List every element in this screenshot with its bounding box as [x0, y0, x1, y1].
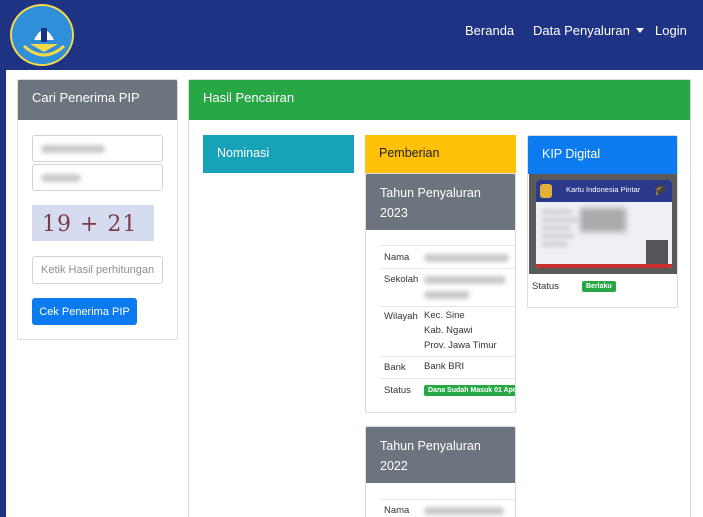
nisn-input[interactable] [32, 135, 163, 162]
wilayah-kabupaten: Kab. Ngawi [424, 325, 473, 336]
nominasi-header: Nominasi [203, 135, 354, 173]
year-2022-title: Tahun Penyaluran 2022 [366, 427, 515, 483]
tut-wuri-handayani-logo[interactable] [10, 4, 74, 66]
nik-input[interactable] [32, 164, 163, 191]
year-2023-card: Tahun Penyaluran 2023 Nama Sekolah Wilay… [365, 173, 516, 413]
nav-beranda[interactable]: Beranda [465, 23, 514, 38]
bank-label: Bank [384, 362, 406, 373]
wilayah-kecamatan: Kec. Sine [424, 310, 465, 321]
wilayah-provinsi: Prov. Jawa Timur [424, 340, 497, 351]
status-badge: Dana Sudah Masuk 01 Apr 2023 [424, 385, 515, 396]
kip-digital-title: KIP Digital [528, 136, 677, 174]
cek-penerima-pip-button[interactable]: Cek Penerima PIP [32, 298, 137, 325]
nav-login[interactable]: Login [655, 23, 687, 38]
kip-digital-card: KIP Digital Kartu Indonesia Pintar 🎓 Sta… [527, 135, 678, 308]
pemberian-header: Pemberian [365, 135, 516, 173]
status-label: Status [384, 385, 411, 396]
kip-card-image[interactable]: Kartu Indonesia Pintar 🎓 [529, 174, 677, 274]
result-card-title: Hasil Pencairan [189, 80, 690, 120]
navbar: Beranda Data Penyaluran Login [0, 0, 703, 70]
year-2023-title: Tahun Penyaluran 2023 [366, 174, 515, 230]
kip-status-badge: Berlaku [582, 281, 616, 292]
qr-code-icon [646, 240, 668, 264]
search-card: Cari Penerima PIP 19 + 21 Cek Penerima P… [17, 79, 178, 340]
sekolah-label: Sekolah [384, 274, 419, 285]
nama-label-2022: Nama [384, 505, 410, 516]
nav-data-penyaluran-dropdown[interactable]: Data Penyaluran [533, 23, 644, 38]
wilayah-label: Wilayah [384, 311, 418, 322]
nav-data-penyaluran-label: Data Penyaluran [533, 23, 630, 38]
garuda-emblem-icon [540, 184, 552, 198]
captcha-image: 19 + 21 [32, 205, 154, 241]
page-content: Cari Penerima PIP 19 + 21 Cek Penerima P… [6, 70, 703, 517]
kip-card-title: Kartu Indonesia Pintar [566, 185, 641, 194]
bank-value: Bank BRI [424, 361, 465, 372]
nama-label: Nama [384, 252, 410, 263]
captcha-answer-input[interactable] [32, 256, 163, 284]
year-2022-card: Tahun Penyaluran 2022 Nama [365, 426, 516, 517]
chevron-down-icon [635, 28, 644, 33]
kip-status-label: Status [532, 281, 559, 292]
result-card: Hasil Pencairan Nominasi Pemberian Tahun… [188, 79, 691, 517]
graduation-cap-icon: 🎓 [654, 184, 668, 196]
search-card-title: Cari Penerima PIP [18, 80, 177, 120]
captcha-text: 19 + 21 [42, 212, 138, 237]
